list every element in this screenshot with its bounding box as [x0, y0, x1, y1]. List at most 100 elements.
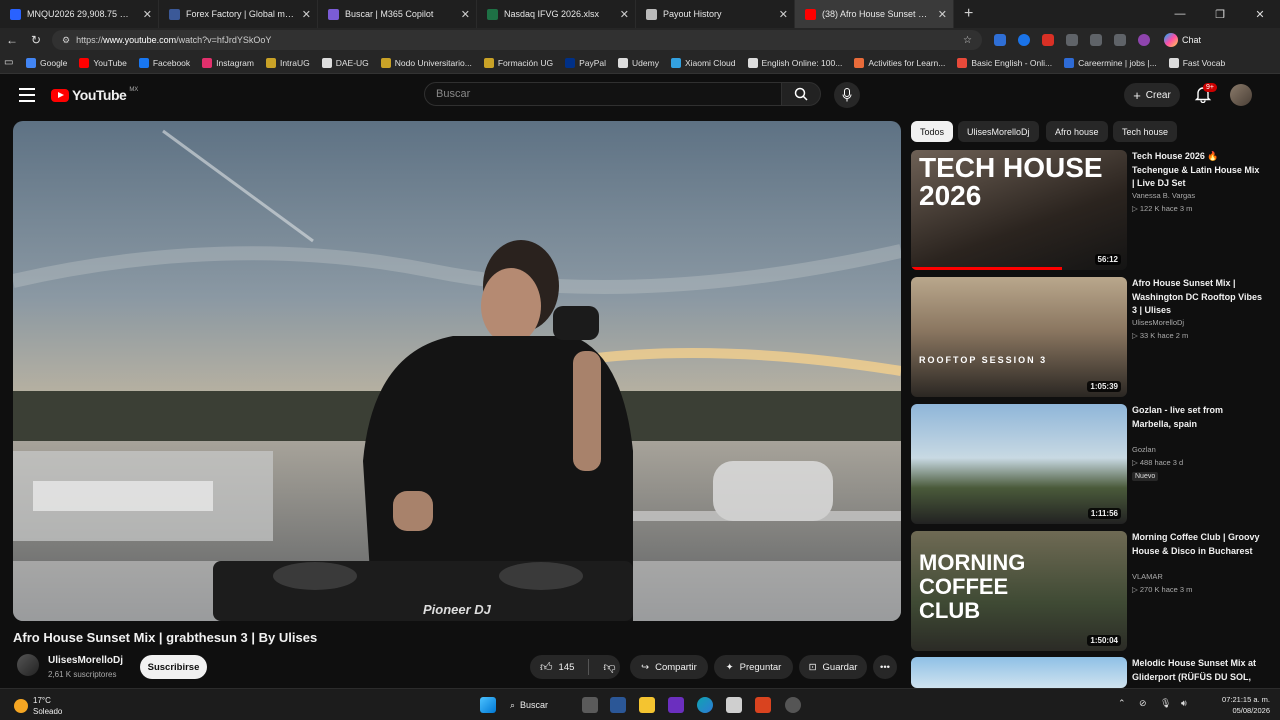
app-icon[interactable] — [668, 697, 684, 713]
search-button[interactable] — [781, 82, 821, 106]
tab-close-icon[interactable]: ✕ — [938, 8, 947, 21]
hamburger-menu-icon[interactable] — [19, 88, 35, 102]
recommended-video[interactable]: ROOFTOP SESSION 3 1:05:39 Afro House Sunse… — [911, 277, 1271, 397]
bookmark-item[interactable]: Xiaomi Cloud — [670, 57, 736, 68]
network-icon[interactable]: ⊘ — [1139, 698, 1147, 709]
volume-icon[interactable]: 🔊︎ — [1181, 698, 1187, 709]
windows-start-icon[interactable] — [480, 697, 496, 713]
favorite-star-icon[interactable]: ☆ — [963, 35, 972, 46]
recommended-channel[interactable]: VLAMAR — [1132, 572, 1163, 581]
like-button[interactable]: 👍︎ 145 — [540, 660, 574, 675]
video-thumbnail[interactable]: ROOFTOP SESSION 3 1:05:39 — [911, 277, 1127, 397]
recommended-video[interactable]: MORNING COFFEE CLUB 1:50:04 Morning Coffee… — [911, 531, 1271, 651]
ask-button[interactable]: ✦ Preguntar — [714, 655, 793, 679]
bookmark-item[interactable]: PayPal — [565, 57, 606, 68]
video-player[interactable]: Pioneer DJ — [13, 121, 901, 621]
recommended-channel[interactable]: Gozlan — [1132, 445, 1156, 454]
recommended-video[interactable]: 1:11:56 Gozlan - live set from Marbella, … — [911, 404, 1271, 524]
tab-close-icon[interactable]: ✕ — [461, 8, 470, 21]
extension-icon[interactable] — [1042, 34, 1054, 46]
chevron-up-icon[interactable]: ⌃ — [1118, 698, 1126, 709]
url-field[interactable]: ⚙ https://www.youtube.com/watch?v=hfJrdY… — [52, 30, 982, 50]
bookmark-item[interactable]: Facebook — [138, 57, 190, 68]
file-explorer-icon[interactable] — [639, 697, 655, 713]
app-icon[interactable] — [755, 697, 771, 713]
bookmarks-menu-icon[interactable]: ▭ — [4, 57, 18, 68]
video-thumbnail[interactable] — [911, 657, 1127, 688]
video-thumbnail[interactable]: MORNING COFFEE CLUB 1:50:04 — [911, 531, 1127, 651]
share-button[interactable]: ↪ Compartir — [630, 655, 708, 679]
extension-icon[interactable] — [994, 34, 1006, 46]
maximize-icon[interactable]: ❐ — [1200, 0, 1240, 28]
taskbar-search[interactable]: ⌕ Buscar — [510, 695, 570, 715]
bookmark-item[interactable]: Udemy — [618, 57, 659, 68]
recommended-video[interactable]: Melodic House Sunset Mix at Gliderport (… — [911, 657, 1271, 688]
dislike-button[interactable]: 👎︎ — [603, 660, 615, 675]
extension-icon[interactable] — [1090, 34, 1102, 46]
app-icon[interactable] — [785, 697, 801, 713]
more-actions-button[interactable]: ••• — [873, 655, 897, 679]
chip-channel[interactable]: UlisesMorelloDj — [958, 121, 1039, 142]
profile-icon[interactable] — [1138, 34, 1150, 46]
bookmark-item[interactable]: YouTube — [79, 57, 127, 68]
recommended-title[interactable]: Morning Coffee Club | Groovy House & Dis… — [1132, 531, 1262, 558]
video-thumbnail[interactable]: 1:11:56 — [911, 404, 1127, 524]
browser-tab[interactable]: (38) Afro House Sunset Mix | ✕ ✕ — [795, 0, 954, 28]
extension-icon[interactable] — [1114, 34, 1126, 46]
bookmark-item[interactable]: Google — [26, 57, 67, 68]
microphone-icon[interactable]: 🎙︎ — [1160, 698, 1171, 709]
bookmark-item[interactable]: IntraUG — [265, 57, 310, 68]
bookmark-item[interactable]: Nodo Universitario... — [380, 57, 472, 68]
channel-name[interactable]: UlisesMorelloDj — [48, 655, 123, 666]
app-icon[interactable] — [610, 697, 626, 713]
reload-icon[interactable]: ↻ — [24, 33, 48, 47]
recommended-title[interactable]: Gozlan - live set from Marbella, spain — [1132, 404, 1262, 431]
app-icon[interactable] — [726, 697, 742, 713]
system-clock[interactable]: 07:21:15 a. m. 05/08/2026 — [1222, 694, 1270, 716]
site-info-icon[interactable]: ⚙ — [62, 35, 70, 46]
minimize-icon[interactable]: — — [1160, 0, 1200, 28]
bookmark-item[interactable]: DAE-UG — [321, 57, 369, 68]
youtube-logo[interactable]: YouTube MX — [51, 87, 138, 103]
extension-icon[interactable] — [1018, 34, 1030, 46]
recommended-title[interactable]: Melodic House Sunset Mix at Gliderport (… — [1132, 657, 1262, 684]
browser-tab[interactable]: Buscar | M365 Copilot ✕ — [318, 0, 477, 28]
copilot-chat-button[interactable]: Chat — [1164, 33, 1201, 47]
weather-widget[interactable]: 17°C Soleado — [14, 695, 62, 717]
search-input[interactable]: Buscar — [424, 82, 782, 106]
bookmark-item[interactable]: Formación UG — [483, 57, 553, 68]
browser-tab[interactable]: Payout History ✕ — [636, 0, 795, 28]
tab-close-icon[interactable]: ✕ — [620, 8, 629, 21]
recommended-title[interactable]: Afro House Sunset Mix | Washington DC Ro… — [1132, 277, 1262, 318]
chip-all[interactable]: Todos — [911, 121, 954, 142]
account-avatar[interactable] — [1230, 84, 1252, 106]
close-window-icon[interactable]: ✕ — [1240, 0, 1280, 28]
recommended-title[interactable]: Tech House 2026 🔥 Techengue & Latin Hous… — [1132, 150, 1262, 191]
task-view-icon[interactable] — [582, 697, 598, 713]
back-icon[interactable]: ← — [0, 33, 24, 47]
subscribe-button[interactable]: Suscribirse — [140, 655, 207, 679]
tab-close-icon[interactable]: ✕ — [779, 8, 788, 21]
chip-afro-house[interactable]: Afro house — [1046, 121, 1108, 142]
chip-tech-house[interactable]: Tech house — [1113, 121, 1178, 142]
create-button[interactable]: + Crear — [1124, 83, 1180, 107]
recommended-video[interactable]: TECH HOUSE 2026 56:12 Tech House 2026 🔥 Te… — [911, 150, 1271, 270]
edge-browser-icon[interactable] — [697, 697, 713, 713]
tab-close-icon[interactable]: ✕ — [302, 8, 311, 21]
recommended-channel[interactable]: Vanessa B. Vargas — [1132, 191, 1195, 200]
save-button[interactable]: ⊡ Guardar — [799, 655, 867, 679]
bookmark-item[interactable]: English Online: 100... — [747, 57, 842, 68]
bookmark-item[interactable]: Instagram — [202, 57, 254, 68]
new-tab-button[interactable]: + — [964, 5, 973, 23]
browser-tab[interactable]: Forex Factory | Global markets for ✕ — [159, 0, 318, 28]
tab-close-icon[interactable]: ✕ — [143, 8, 152, 21]
video-thumbnail[interactable]: TECH HOUSE 2026 56:12 — [911, 150, 1127, 270]
browser-tab[interactable]: MNQU2026 29,908.75 ▲ +0.15% | ✕ — [0, 0, 159, 28]
recommended-channel[interactable]: UlisesMorelloDj — [1132, 318, 1184, 327]
bookmark-item[interactable]: Basic English - Onli... — [957, 57, 1052, 68]
bookmark-item[interactable]: Careermine | jobs |... — [1064, 57, 1157, 68]
extension-icon[interactable] — [1066, 34, 1078, 46]
channel-avatar[interactable] — [17, 654, 39, 676]
browser-tab[interactable]: Nasdaq IFVG 2026.xlsx ✕ — [477, 0, 636, 28]
bookmark-item[interactable]: Fast Vocab — [1168, 57, 1225, 68]
